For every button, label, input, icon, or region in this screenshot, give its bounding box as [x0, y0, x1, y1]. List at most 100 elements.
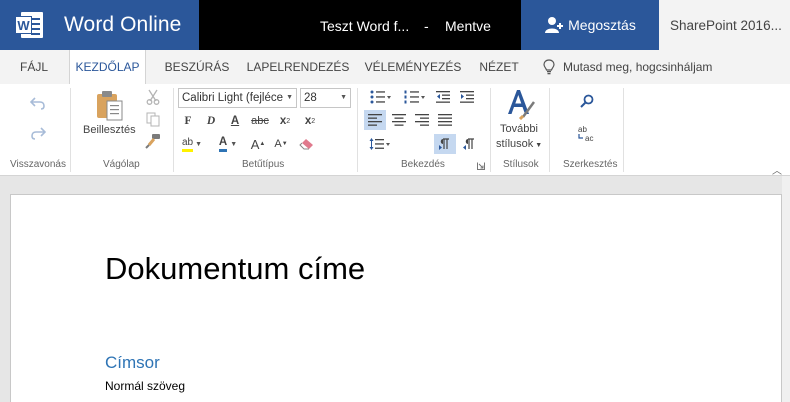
left-to-right-icon: [439, 138, 449, 150]
numbering-button[interactable]: [400, 88, 430, 106]
group-undo-label: Visszavonás: [10, 159, 66, 170]
grow-font-button[interactable]: A ▲: [250, 134, 266, 154]
group-clipboard-label: Vágólap: [103, 159, 140, 170]
grow-font-label: A: [250, 136, 260, 152]
justify-button[interactable]: [435, 110, 455, 130]
subscript-mark: 2: [286, 117, 291, 125]
highlight-label: ab: [181, 137, 194, 152]
more-styles-label-2[interactable]: stílusok ▼: [496, 138, 542, 150]
replace-icon: abac: [578, 125, 593, 142]
document-workspace: Dokumentum címe Címsor Normál szöveg: [0, 176, 790, 402]
increase-indent-icon: [460, 91, 474, 103]
share-button[interactable]: Megosztás: [521, 0, 659, 50]
undo-button[interactable]: [28, 94, 48, 112]
highlight-button[interactable]: ab ▼: [178, 134, 206, 154]
replace-button[interactable]: ab ac: [576, 122, 598, 144]
find-button[interactable]: [578, 92, 596, 110]
document-title-text[interactable]: Dokumentum címe: [105, 251, 365, 287]
copy-button[interactable]: [144, 110, 162, 128]
rtl-button[interactable]: [459, 134, 479, 154]
more-styles-label-1: További: [500, 123, 538, 135]
font-size-select[interactable]: 28 ▼: [300, 88, 351, 108]
tab-home[interactable]: KEZDŐLAP: [69, 50, 146, 85]
superscript-button[interactable]: x2: [302, 112, 318, 130]
lightbulb-icon: [543, 59, 555, 75]
cut-button[interactable]: [144, 88, 162, 106]
numbered-list-icon: [404, 90, 425, 104]
paragraph-dialog-launcher[interactable]: [476, 161, 486, 171]
ribbon: Visszavonás Beillesztés Vágólap Calibri …: [0, 84, 790, 177]
font-color-button[interactable]: A ▼: [214, 134, 242, 154]
tab-view[interactable]: NÉZET: [472, 50, 526, 84]
share-label: Megosztás: [568, 17, 636, 33]
svg-text:ac: ac: [585, 134, 593, 142]
increase-indent-button[interactable]: [458, 88, 476, 106]
document-body-text[interactable]: Normál szöveg: [105, 379, 185, 393]
paste-button[interactable]: [92, 88, 128, 124]
italic-button[interactable]: D: [203, 112, 219, 130]
tell-me-label: Mutasd meg, hogcsinháljam: [563, 60, 713, 74]
collapse-ribbon-icon[interactable]: ︿: [772, 162, 782, 177]
tab-layout[interactable]: LAPELRENDEZÉS: [244, 50, 352, 84]
strikethrough-button[interactable]: abc: [250, 112, 270, 130]
line-spacing-icon: [369, 138, 390, 150]
format-painter-button[interactable]: [144, 132, 162, 150]
svg-text:ab: ab: [578, 125, 587, 134]
sharepoint-link[interactable]: SharePoint 2016...: [659, 0, 790, 50]
redo-button[interactable]: [28, 124, 48, 142]
app-brand[interactable]: W Word Online: [0, 0, 199, 50]
tab-review[interactable]: VÉLEMÉNYEZÉS: [362, 50, 464, 84]
align-left-icon: [368, 114, 382, 126]
title-separator: -: [424, 18, 429, 34]
subscript-button[interactable]: x2: [277, 112, 293, 130]
bold-button[interactable]: F: [180, 112, 196, 130]
bullet-list-icon: [370, 90, 391, 104]
group-paragraph-label: Bekezdés: [401, 159, 445, 170]
word-logo-icon: W: [15, 11, 45, 39]
font-name-value: Calibri Light (fejléce: [182, 92, 283, 104]
align-center-button[interactable]: [389, 110, 409, 130]
shrink-font-label: A: [274, 138, 282, 150]
shrink-font-button[interactable]: A ▼: [273, 134, 289, 154]
scissors-icon: [146, 89, 160, 105]
justify-icon: [438, 114, 452, 126]
align-right-icon: [415, 114, 429, 126]
search-icon: [580, 94, 594, 108]
document-title[interactable]: Teszt Word f...: [320, 0, 409, 50]
underline-button[interactable]: A: [227, 112, 243, 130]
styles-gallery-button[interactable]: [503, 86, 537, 122]
tab-insert[interactable]: BESZÚRÁS: [158, 50, 236, 84]
font-color-label: A: [218, 136, 228, 152]
tab-file[interactable]: FÁJL: [10, 50, 58, 84]
align-right-button[interactable]: [412, 110, 432, 130]
share-user-icon: [545, 17, 564, 33]
format-painter-icon: [145, 134, 160, 149]
group-font-label: Betűtípus: [242, 159, 285, 170]
tell-me-box[interactable]: Mutasd meg, hogcsinháljam: [543, 50, 712, 84]
line-spacing-button[interactable]: [366, 134, 394, 154]
app-name: Word Online: [64, 13, 182, 36]
group-styles-label: Stílusok: [503, 159, 539, 170]
ribbon-tabs: FÁJL KEZDŐLAP BESZÚRÁS LAPELRENDEZÉS VÉL…: [0, 50, 790, 85]
document-page[interactable]: Dokumentum címe Címsor Normál szöveg: [10, 194, 782, 402]
vertical-scrollbar[interactable]: [782, 176, 790, 402]
paste-clipboard-icon: [97, 91, 123, 121]
superscript-mark: 2: [311, 117, 316, 125]
group-editing-label: Szerkesztés: [563, 159, 618, 170]
decrease-indent-button[interactable]: [434, 88, 452, 106]
styles-icon: [508, 90, 535, 120]
align-center-icon: [392, 114, 406, 126]
save-status: Mentve: [445, 18, 491, 34]
clear-format-button[interactable]: [297, 134, 315, 154]
ltr-button[interactable]: [434, 134, 456, 154]
eraser-icon: [298, 138, 313, 149]
document-heading-text[interactable]: Címsor: [105, 353, 160, 373]
copy-icon: [146, 112, 160, 126]
redo-icon: [31, 127, 46, 140]
paste-label: Beillesztés: [83, 124, 136, 136]
font-name-select[interactable]: Calibri Light (fejléce ▼: [178, 88, 297, 108]
align-left-button[interactable]: [364, 110, 386, 130]
bullets-button[interactable]: [366, 88, 396, 106]
title-bar: W Word Online Teszt Word f... - Mentve M…: [0, 0, 790, 50]
undo-icon: [30, 97, 45, 110]
